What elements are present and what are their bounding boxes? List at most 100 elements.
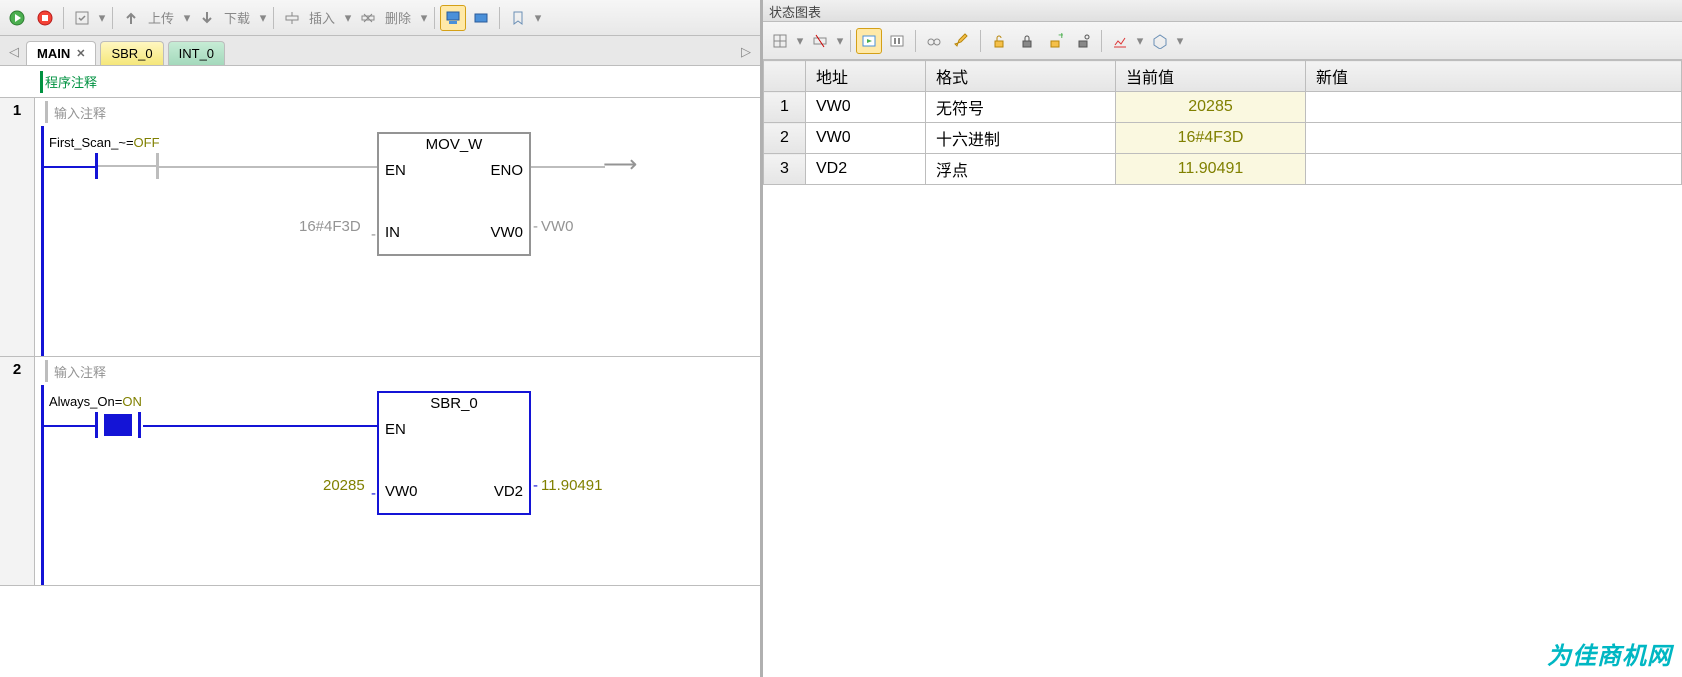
wire xyxy=(44,425,96,427)
lock-add-icon[interactable]: + xyxy=(1042,28,1068,54)
network-2: 2 输入注释 Always_On=ON SBR_0 EN VW0 VD2 202… xyxy=(0,357,760,586)
wire xyxy=(159,166,377,168)
delete-icon[interactable] xyxy=(355,5,381,31)
row-number[interactable]: 3 xyxy=(764,154,806,185)
output-value: 11.90491 xyxy=(541,477,602,494)
row-number[interactable]: 2 xyxy=(764,123,806,154)
col-address[interactable]: 地址 xyxy=(806,61,926,92)
col-new[interactable]: 新值 xyxy=(1306,61,1682,92)
grid-icon[interactable] xyxy=(767,28,793,54)
compile-icon[interactable] xyxy=(69,5,95,31)
output-value: VW0 xyxy=(541,218,574,235)
dropdown-arrow-icon[interactable]: ▾ xyxy=(258,5,268,31)
chart-icon[interactable] xyxy=(1107,28,1133,54)
function-block-movw[interactable]: MOV_W EN ENO IN VW0 xyxy=(377,132,531,256)
col-format[interactable]: 格式 xyxy=(926,61,1116,92)
cell-new[interactable] xyxy=(1306,154,1682,185)
network-number[interactable]: 2 xyxy=(0,357,35,585)
cell-current: 20285 xyxy=(1116,92,1306,123)
insert-icon[interactable] xyxy=(279,5,305,31)
network-comment[interactable]: 输入注释 xyxy=(35,98,760,126)
power-rail xyxy=(41,385,44,585)
lock-icon[interactable] xyxy=(1014,28,1040,54)
dropdown-arrow-icon[interactable]: ▾ xyxy=(1135,28,1145,54)
lock-search-icon[interactable] xyxy=(1070,28,1096,54)
pencil-icon[interactable] xyxy=(949,28,975,54)
download-icon[interactable] xyxy=(194,5,220,31)
separator xyxy=(499,7,500,29)
tab-int[interactable]: INT_0 xyxy=(168,41,225,65)
status-toolbar: ▾ ▾ + ▾ ▾ xyxy=(763,22,1682,60)
wire xyxy=(143,425,377,427)
tab-sbr[interactable]: SBR_0 xyxy=(100,41,163,65)
dropdown-arrow-icon[interactable]: ▾ xyxy=(182,5,192,31)
power-rail xyxy=(41,126,44,356)
table-row[interactable]: 1VW0无符号20285 xyxy=(764,92,1682,123)
tab-label: INT_0 xyxy=(179,46,214,61)
tab-nav-left-icon[interactable]: ◁ xyxy=(4,41,24,63)
lock-open-icon[interactable] xyxy=(986,28,1012,54)
dropdown-arrow-icon[interactable]: ▾ xyxy=(97,5,107,31)
monitor-pause-icon[interactable] xyxy=(884,28,910,54)
table-row[interactable]: 3VD2浮点11.90491 xyxy=(764,154,1682,185)
stop-icon[interactable] xyxy=(32,5,58,31)
close-icon[interactable]: ✕ xyxy=(76,47,85,60)
cell-new[interactable] xyxy=(1306,92,1682,123)
monitor-run-icon[interactable] xyxy=(856,28,882,54)
col-current[interactable]: 当前值 xyxy=(1116,61,1306,92)
dropdown-arrow-icon[interactable]: ▾ xyxy=(533,5,543,31)
view-mode2-icon[interactable] xyxy=(468,5,494,31)
port-in: IN xyxy=(385,224,400,241)
tab-main[interactable]: MAIN ✕ xyxy=(26,41,96,65)
dropdown-arrow-icon[interactable]: ▾ xyxy=(835,28,845,54)
panel-title: 状态图表 xyxy=(763,0,1682,22)
cell-current: 16#4F3D xyxy=(1116,123,1306,154)
ladder-editor[interactable]: 程序注释 1 输入注释 First_Scan_~=OFF MOV_W EN EN… xyxy=(0,66,760,677)
program-comment[interactable]: 程序注释 xyxy=(0,66,760,98)
col-rownum[interactable] xyxy=(764,61,806,92)
separator xyxy=(1101,30,1102,52)
tab-label: MAIN xyxy=(37,46,70,61)
separator xyxy=(273,7,274,29)
row-number[interactable]: 1 xyxy=(764,92,806,123)
dropdown-arrow-icon[interactable]: ▾ xyxy=(795,28,805,54)
block-title: SBR_0 xyxy=(379,393,529,414)
block-title: MOV_W xyxy=(379,134,529,155)
status-table[interactable]: 地址 格式 当前值 新值 1VW0无符号202852VW0十六进制16#4F3D… xyxy=(763,60,1682,677)
separator xyxy=(915,30,916,52)
network-number[interactable]: 1 xyxy=(0,98,35,356)
cell-address[interactable]: VD2 xyxy=(806,154,926,185)
cell-new[interactable] xyxy=(1306,123,1682,154)
port-in: VW0 xyxy=(385,483,418,500)
dropdown-arrow-icon[interactable]: ▾ xyxy=(419,5,429,31)
contact-closed[interactable] xyxy=(95,412,141,438)
cell-address[interactable]: VW0 xyxy=(806,92,926,123)
table-row[interactable]: 2VW0十六进制16#4F3D xyxy=(764,123,1682,154)
network-comment[interactable]: 输入注释 xyxy=(35,357,760,385)
insert-label[interactable]: 插入 xyxy=(307,8,341,27)
cell-format[interactable]: 无符号 xyxy=(926,92,1116,123)
input-value: 20285 xyxy=(323,477,365,494)
upload-icon[interactable] xyxy=(118,5,144,31)
view-mode1-icon[interactable] xyxy=(440,5,466,31)
binoculars-icon[interactable] xyxy=(921,28,947,54)
contact-no[interactable] xyxy=(95,153,159,179)
function-block-sbr[interactable]: SBR_0 EN VW0 VD2 xyxy=(377,391,531,515)
delete-row-icon[interactable] xyxy=(807,28,833,54)
dropdown-arrow-icon[interactable]: ▾ xyxy=(1175,28,1185,54)
tab-nav-right-icon[interactable]: ▷ xyxy=(736,41,756,63)
cell-format[interactable]: 十六进制 xyxy=(926,123,1116,154)
cell-address[interactable]: VW0 xyxy=(806,123,926,154)
bookmark-icon[interactable] xyxy=(505,5,531,31)
cell-format[interactable]: 浮点 xyxy=(926,154,1116,185)
dropdown-arrow-icon[interactable]: ▾ xyxy=(343,5,353,31)
delete-label[interactable]: 删除 xyxy=(383,8,417,27)
port-out: VD2 xyxy=(494,483,523,500)
terminator-icon: ⟶ xyxy=(603,150,637,179)
run-icon[interactable] xyxy=(4,5,30,31)
tag-icon[interactable] xyxy=(1147,28,1173,54)
wire xyxy=(44,166,96,168)
download-label[interactable]: 下载 xyxy=(222,8,256,27)
upload-label[interactable]: 上传 xyxy=(146,8,180,27)
svg-text:+: + xyxy=(1058,33,1063,42)
